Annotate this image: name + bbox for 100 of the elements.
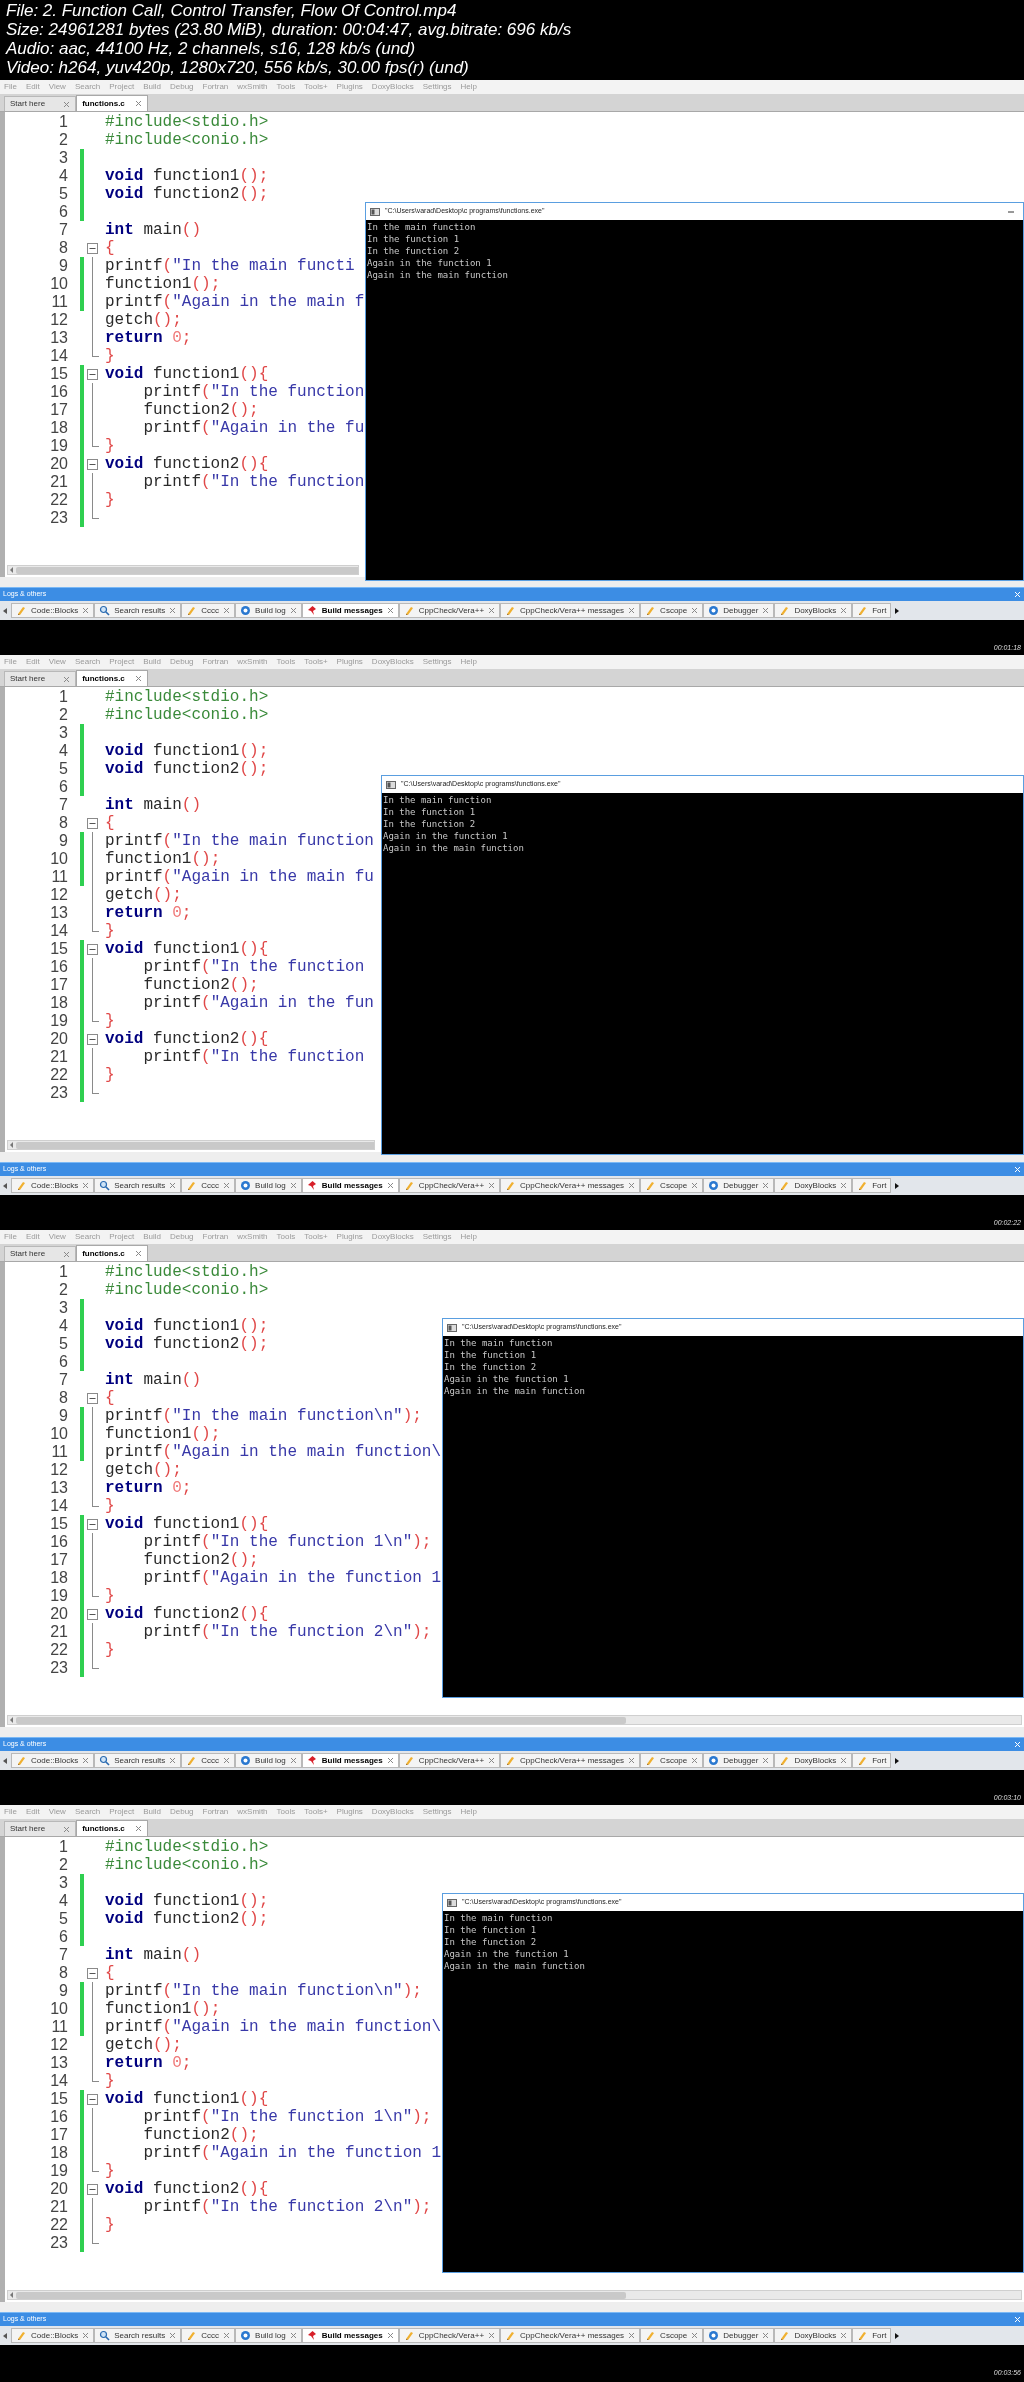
close-icon[interactable] [628, 2332, 636, 2339]
scroll-left-icon[interactable] [8, 1716, 16, 1724]
panel-tab[interactable]: Search results [94, 1178, 182, 1193]
menu-item[interactable]: Plugins [336, 656, 363, 668]
close-icon[interactable] [386, 2332, 394, 2339]
scroll-right-icon[interactable] [894, 1756, 901, 1765]
scroll-left-icon[interactable] [8, 566, 16, 574]
collapse-icon[interactable] [86, 1034, 98, 1045]
menu-item[interactable]: wxSmith [237, 656, 268, 668]
scroll-left-icon[interactable] [2, 606, 8, 615]
scroll-left-icon[interactable] [2, 2331, 8, 2340]
menu-item[interactable]: Project [109, 81, 135, 93]
menu-item[interactable]: View [48, 81, 66, 93]
menu-item[interactable]: File [4, 1806, 17, 1818]
menu-item[interactable]: Settings [422, 81, 452, 93]
collapse-icon[interactable] [86, 243, 98, 254]
close-icon[interactable] [169, 1757, 177, 1764]
menu-item[interactable]: Tools [276, 81, 296, 93]
close-icon[interactable] [289, 2332, 297, 2339]
menu-item[interactable]: Plugins [336, 81, 363, 93]
panel-tab[interactable]: Debugger [703, 603, 775, 618]
panel-tab[interactable]: Build log [235, 2328, 302, 2343]
panel-tab[interactable]: Debugger [703, 2328, 775, 2343]
collapse-icon[interactable] [86, 369, 98, 380]
menu-item[interactable]: Search [74, 656, 101, 668]
menu-item[interactable]: Build [143, 81, 161, 93]
menu-item[interactable]: Debug [169, 1806, 194, 1818]
editor-tab[interactable]: functions.c [76, 1245, 148, 1261]
scroll-left-icon[interactable] [2, 1181, 8, 1190]
menu-item[interactable]: Project [109, 656, 135, 668]
close-icon[interactable] [223, 1757, 231, 1764]
close-icon[interactable] [628, 1182, 636, 1189]
panel-tab[interactable]: Build messages [301, 1178, 399, 1193]
scroll-left-icon[interactable] [2, 1756, 8, 1765]
menu-item[interactable]: View [48, 656, 66, 668]
menu-item[interactable]: DoxyBlocks [371, 1231, 414, 1243]
editor-tab[interactable]: Start here [4, 1246, 77, 1261]
menu-item[interactable]: Fortran [202, 81, 229, 93]
panel-tab[interactable]: CppCheck/Vera++ [398, 1178, 501, 1193]
close-icon[interactable] [628, 1757, 636, 1764]
panel-tab[interactable]: DoxyBlocks [774, 603, 853, 618]
menu-item[interactable]: Build [143, 656, 161, 668]
close-icon[interactable] [386, 1182, 394, 1189]
close-icon[interactable] [762, 1757, 770, 1764]
collapse-icon[interactable] [86, 944, 98, 955]
scroll-right-icon[interactable] [894, 606, 901, 615]
editor-tab[interactable]: functions.c [76, 95, 148, 111]
menu-item[interactable]: Search [74, 81, 101, 93]
panel-tab[interactable]: Build messages [301, 2328, 399, 2343]
menu-item[interactable]: File [4, 656, 17, 668]
panel-tab[interactable]: CppCheck/Vera++ messages [500, 2328, 641, 2343]
panel-tab[interactable]: CppCheck/Vera++ messages [500, 1753, 641, 1768]
panel-tab[interactable]: Build log [235, 1178, 302, 1193]
close-icon[interactable] [762, 607, 770, 614]
close-icon[interactable] [691, 2332, 699, 2339]
panel-tab[interactable]: Search results [94, 603, 182, 618]
close-icon[interactable] [386, 1757, 394, 1764]
collapse-icon[interactable] [86, 2094, 98, 2105]
panel-tab[interactable]: CppCheck/Vera++ [398, 2328, 501, 2343]
close-icon[interactable] [82, 1757, 90, 1764]
menu-item[interactable]: Search [74, 1231, 101, 1243]
scroll-right-icon[interactable] [894, 1181, 901, 1190]
panel-tab[interactable]: Cscope [640, 1178, 704, 1193]
menu-item[interactable]: Project [109, 1806, 135, 1818]
menu-item[interactable]: Settings [422, 1231, 452, 1243]
menu-item[interactable]: Build [143, 1231, 161, 1243]
close-icon[interactable] [134, 100, 142, 107]
menu-item[interactable]: Edit [25, 1806, 40, 1818]
close-icon[interactable] [488, 2332, 496, 2339]
panel-tab[interactable]: Fort [852, 603, 892, 618]
collapse-icon[interactable] [86, 818, 98, 829]
close-icon[interactable] [63, 1250, 71, 1258]
menu-item[interactable]: Debug [169, 656, 194, 668]
menu-item[interactable]: Debug [169, 1231, 194, 1243]
panel-tab[interactable]: Cccc [181, 2328, 236, 2343]
close-icon[interactable] [223, 1182, 231, 1189]
scroll-right-icon[interactable] [894, 2331, 901, 2340]
close-icon[interactable] [82, 607, 90, 614]
close-icon[interactable] [488, 607, 496, 614]
menu-item[interactable]: wxSmith [237, 1806, 268, 1818]
close-icon[interactable] [169, 1182, 177, 1189]
menu-item[interactable]: Help [460, 81, 477, 93]
menu-item[interactable]: Fortran [202, 1231, 229, 1243]
close-icon[interactable] [169, 2332, 177, 2339]
close-icon[interactable] [63, 675, 71, 683]
horizontal-scrollbar[interactable] [7, 1715, 1022, 1725]
editor-tab[interactable]: Start here [4, 96, 77, 111]
menu-item[interactable]: Tools [276, 1806, 296, 1818]
close-icon[interactable] [628, 607, 636, 614]
menu-item[interactable]: Help [460, 1806, 477, 1818]
close-icon[interactable] [134, 1825, 142, 1832]
panel-tab[interactable]: Code::Blocks [11, 1178, 95, 1193]
close-icon[interactable] [762, 1182, 770, 1189]
menu-item[interactable]: Plugins [336, 1231, 363, 1243]
panel-tab[interactable]: Build messages [301, 1753, 399, 1768]
collapse-icon[interactable] [86, 459, 98, 470]
collapse-icon[interactable] [86, 1968, 98, 1979]
close-icon[interactable] [488, 1757, 496, 1764]
panel-tab[interactable]: Build log [235, 1753, 302, 1768]
close-icon[interactable] [82, 2332, 90, 2339]
